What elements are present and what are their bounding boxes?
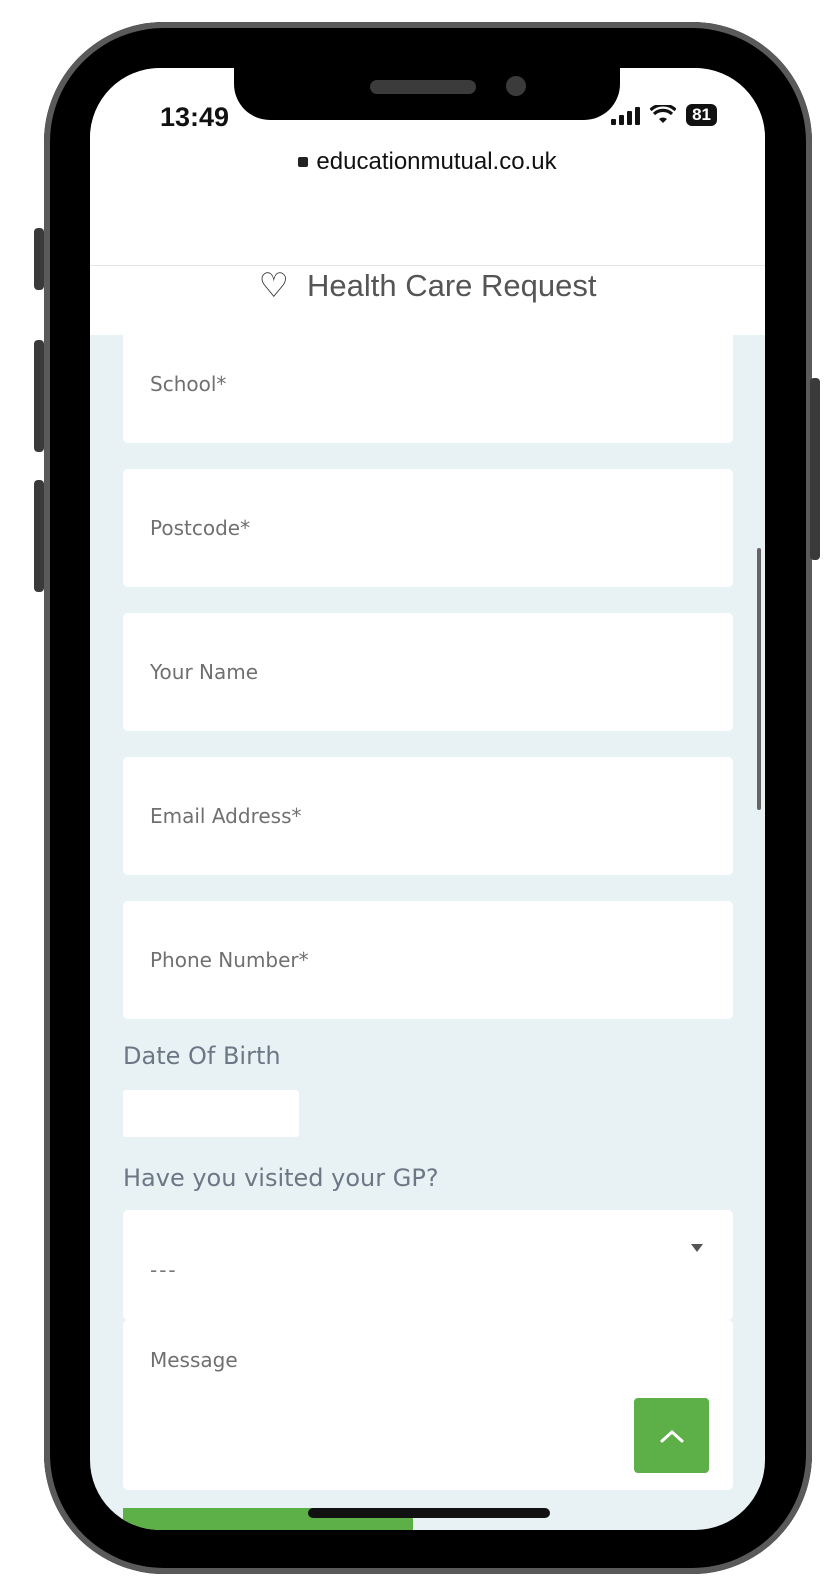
- gp-select[interactable]: ---: [123, 1210, 733, 1320]
- side-button-volume-up: [34, 340, 44, 452]
- chevron-up-icon: [660, 1429, 683, 1442]
- school-input[interactable]: [123, 325, 733, 443]
- wifi-icon: [650, 105, 677, 123]
- scroll-to-top-button[interactable]: [634, 1398, 709, 1473]
- side-button-silent: [34, 228, 44, 290]
- address-bar[interactable]: educationmutual.co.uk: [90, 148, 765, 176]
- side-button-volume-down: [34, 480, 44, 592]
- dob-input[interactable]: [123, 1090, 299, 1137]
- battery-icon: 81: [686, 104, 717, 126]
- gp-label: Have you visited your GP?: [123, 1164, 439, 1192]
- message-placeholder: Message: [150, 1348, 238, 1372]
- home-indicator: [308, 1508, 550, 1518]
- name-input[interactable]: [123, 613, 733, 731]
- status-icons: 81: [611, 104, 717, 126]
- postcode-input[interactable]: [123, 469, 733, 587]
- scrollbar[interactable]: [757, 548, 761, 810]
- screen: 13:49 81 educationmutual.co.uk ♡ Health …: [90, 68, 765, 1530]
- signal-icon: [611, 105, 641, 125]
- front-camera: [506, 76, 526, 96]
- status-time: 13:49: [160, 102, 230, 132]
- side-button-power: [810, 378, 820, 560]
- lock-icon: [298, 157, 309, 167]
- dob-label: Date Of Birth: [123, 1042, 281, 1070]
- chevron-down-icon: [691, 1244, 703, 1252]
- heart-icon: ♡: [258, 266, 289, 306]
- gp-select-value: ---: [150, 1258, 178, 1282]
- speaker: [370, 80, 476, 94]
- phone-input[interactable]: [123, 901, 733, 1019]
- page-title: Health Care Request: [306, 268, 597, 303]
- email-input[interactable]: [123, 757, 733, 875]
- notch: [234, 64, 620, 120]
- url-text: educationmutual.co.uk: [316, 148, 557, 175]
